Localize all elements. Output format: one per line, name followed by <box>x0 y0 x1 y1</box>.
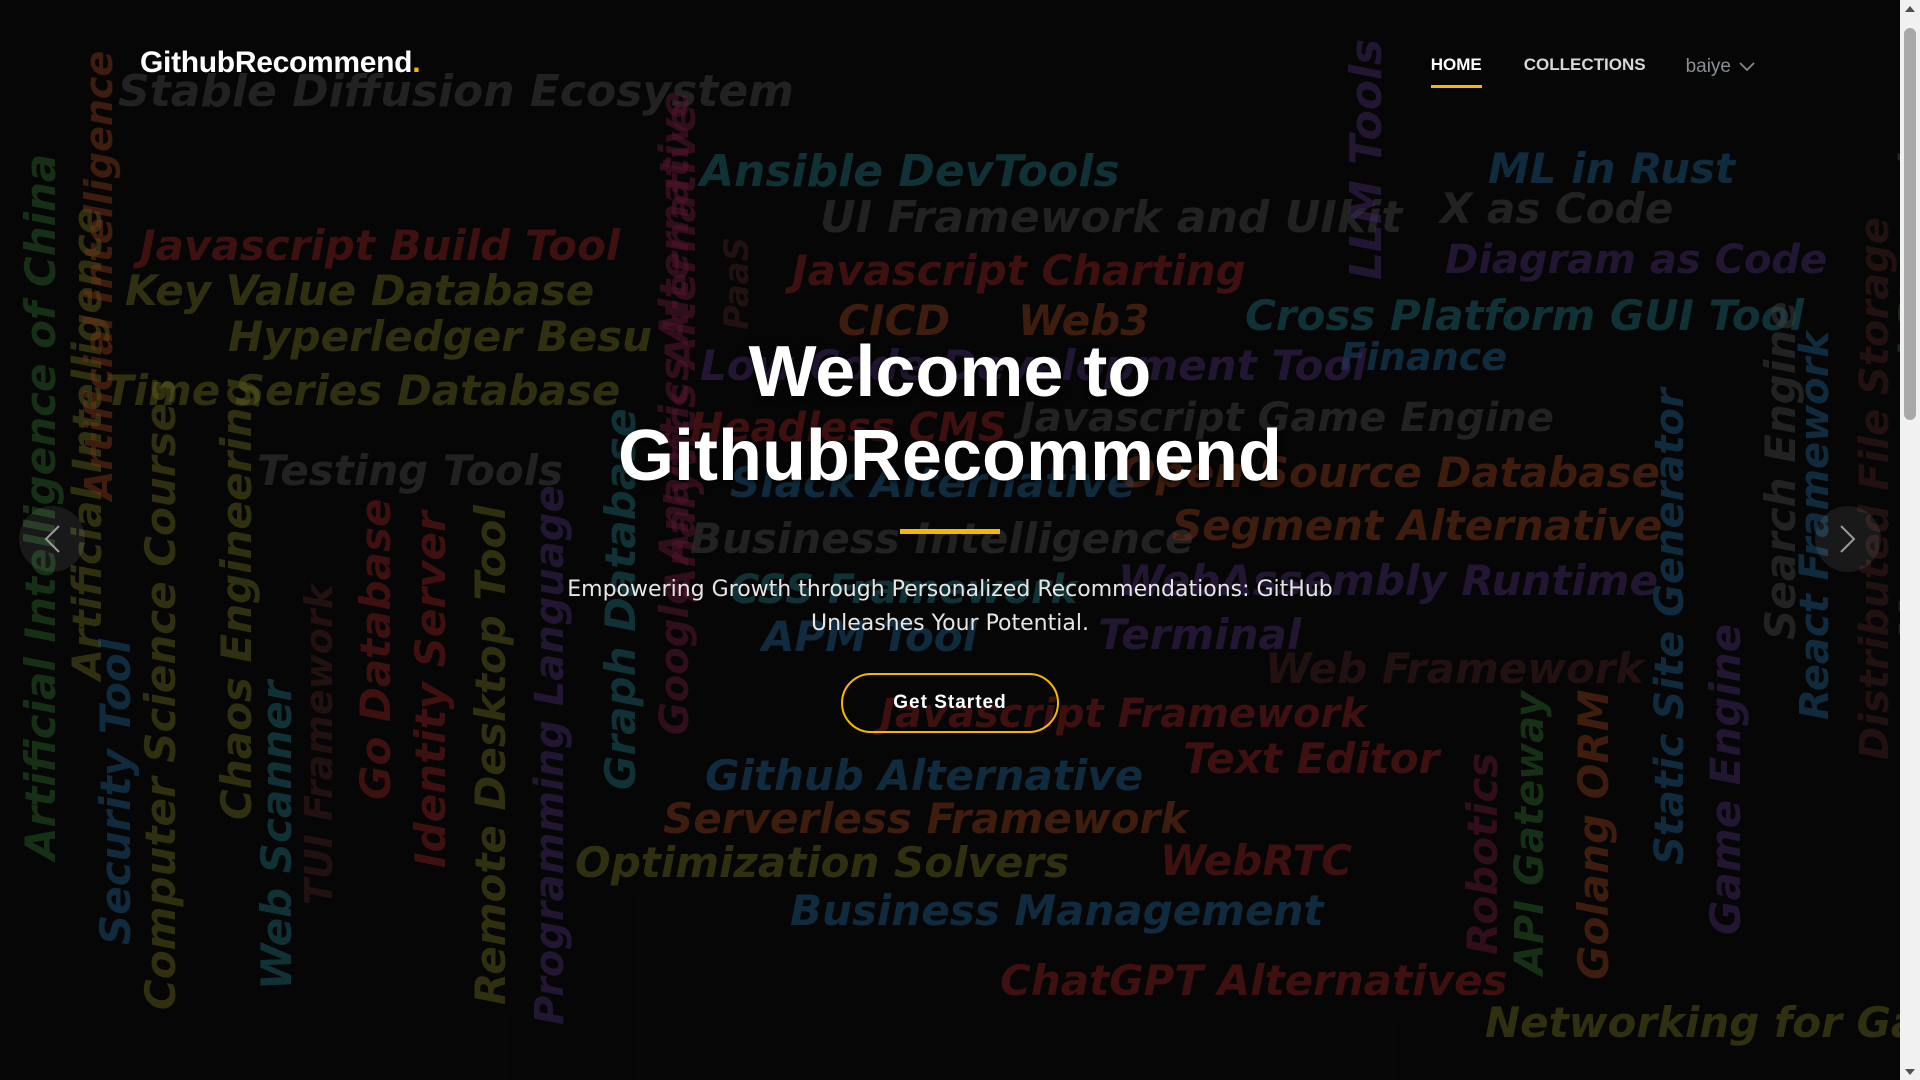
hero-subtitle: Empowering Growth through Personalized R… <box>560 573 1340 641</box>
hero-divider <box>900 529 1000 534</box>
carousel-next-button[interactable] <box>1815 506 1881 572</box>
brand-logo[interactable]: GithubRecommend. <box>140 46 421 80</box>
chevron-right-icon <box>1840 525 1856 553</box>
carousel-prev-button[interactable] <box>19 506 85 572</box>
hero-title-line2: GithubRecommend <box>617 416 1283 496</box>
chevron-left-icon <box>44 525 60 553</box>
background-overlay <box>0 0 1900 1080</box>
scrollbar-thumb[interactable] <box>1904 28 1916 420</box>
hero-subtitle-line2: Unleashes Your Potential. <box>811 611 1089 636</box>
nav-collections[interactable]: COLLECTIONS <box>1524 55 1646 88</box>
scroll-up-arrow-icon[interactable] <box>1900 0 1920 17</box>
get-started-button[interactable]: Get Started <box>841 673 1059 733</box>
hero-subtitle-line1: Empowering Growth through Personalized R… <box>567 577 1333 602</box>
brand-name: GithubRecommend <box>140 46 413 79</box>
user-menu[interactable]: baiye <box>1686 56 1755 88</box>
chevron-down-icon <box>1739 61 1755 71</box>
hero-title: Welcome to GithubRecommend <box>0 330 1900 498</box>
hero-title-line1: Welcome to <box>748 332 1152 412</box>
brand-dot: . <box>412 46 421 79</box>
scroll-down-arrow-icon[interactable] <box>1900 1063 1920 1080</box>
main-nav: HOME COLLECTIONS baiye <box>1389 55 1755 88</box>
page-viewport: Stable Diffusion Ecosystem Ansible DevToo… <box>0 0 1900 1080</box>
site-header: GithubRecommend. HOME COLLECTIONS baiye <box>0 0 1900 130</box>
page-scrollbar[interactable] <box>1900 0 1920 1080</box>
user-name: baiye <box>1685 55 1731 77</box>
nav-home[interactable]: HOME <box>1430 55 1482 88</box>
